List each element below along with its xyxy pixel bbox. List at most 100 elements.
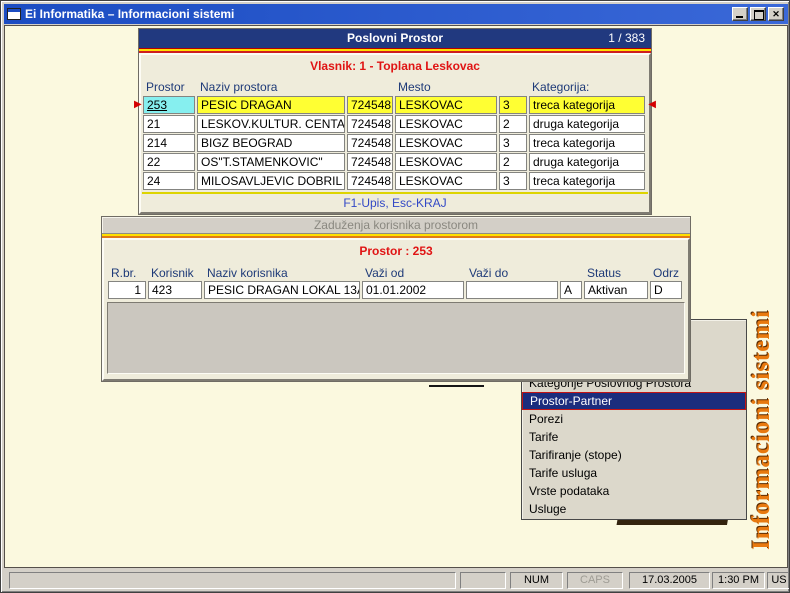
assignments-table-body: 1423PESIC DRAGAN LOKAL 13A01.01.2002 AAkt… [108,281,684,299]
status-language: US [767,572,790,589]
app-icon [7,8,21,20]
assignments-table-header: R.br.KorisnikNaziv korisnikaVaži odVaži … [108,264,684,281]
table-cell[interactable]: D [650,281,682,299]
column-header: Korisnik [148,266,202,280]
table-cell[interactable]: 214 [143,134,195,152]
menu-item[interactable]: Tarife [522,428,746,446]
minimize-button[interactable] [732,7,748,21]
column-header: Važi od [362,266,464,280]
table-cell[interactable]: 3 [499,134,527,152]
table-row[interactable]: 1423PESIC DRAGAN LOKAL 13A01.01.2002 AAkt… [108,281,684,299]
separator-line [142,192,648,194]
table-cell[interactable]: LESKOV.KULTUR. CENTA [197,115,345,133]
table-row[interactable]: 253PESIC DRAGAN724548LESKOVAC3treca kate… [143,96,647,114]
table-cell[interactable] [466,281,558,299]
table-cell[interactable]: treca kategorija [529,134,645,152]
hotkey-footer: F1-Upis, Esc-KRAJ [141,196,649,210]
status-date: 17.03.2005 [629,572,710,589]
menu-item[interactable]: Tarife usluga [522,464,746,482]
column-header: Naziv prostora [197,80,345,94]
menu-item[interactable]: Prostor-Partner [522,392,746,410]
prostor-table-body: 253PESIC DRAGAN724548LESKOVAC3treca kate… [143,96,647,190]
table-cell[interactable]: 22 [143,153,195,171]
dialog-title-bar[interactable]: Zaduženja korisnika prostorom [102,217,690,234]
column-header: Naziv korisnika [204,266,360,280]
background-window-edge [429,385,484,387]
menu-item[interactable]: Tarifiranje (stope) [522,446,746,464]
table-cell[interactable]: 423 [148,281,202,299]
table-cell[interactable]: 724548 [347,134,393,152]
table-cell[interactable]: 724548 [347,172,393,190]
table-cell[interactable]: treca kategorija [529,96,645,114]
dialog-title-bar[interactable]: Poslovni Prostor 1 / 383 [139,29,651,48]
table-cell[interactable]: LESKOVAC [395,153,497,171]
dialog-title: Poslovni Prostor [139,29,651,48]
table-cell[interactable]: 724548 [347,153,393,171]
status-panel-spare [460,572,506,589]
status-time: 1:30 PM [712,572,765,589]
table-cell[interactable]: LESKOVAC [395,96,497,114]
table-cell[interactable]: LESKOVAC [395,134,497,152]
window-title-bar[interactable]: Ei Informatika – Informacioni sistemi ✕ [4,4,788,24]
content-panel [107,302,685,374]
table-cell[interactable]: 253 [143,96,195,114]
column-header: Status [584,266,648,280]
column-header: Odrz [650,266,682,280]
owner-label: Vlasnik: 1 - Toplana Leskovac [141,59,649,73]
dialog-zaduzenja-korisnika: Zaduženja korisnika prostorom Prostor : … [101,216,691,382]
selection-marker-left: ▶ [134,99,142,111]
table-cell[interactable]: PESIC DRAGAN LOKAL 13A [204,281,360,299]
table-cell[interactable]: BIGZ BEOGRAD [197,134,345,152]
window-title: Ei Informatika – Informacioni sistemi [25,4,234,24]
table-cell[interactable]: 1 [108,281,146,299]
maximize-button[interactable] [750,7,766,21]
prostor-table-header: ProstorNaziv prostora Mesto Kategorija: [143,78,647,96]
table-cell[interactable]: druga kategorija [529,153,645,171]
table-cell[interactable]: druga kategorija [529,115,645,133]
table-row[interactable]: 21LESKOV.KULTUR. CENTA724548LESKOVAC2dru… [143,115,647,133]
table-cell[interactable]: A [560,281,582,299]
table-row[interactable]: 214BIGZ BEOGRAD724548LESKOVAC3treca kate… [143,134,647,152]
table-cell[interactable]: 724548 [347,115,393,133]
table-cell[interactable]: 2 [499,153,527,171]
status-panel-message [9,572,456,589]
column-header: Kategorija: [529,80,645,94]
table-cell[interactable]: LESKOVAC [395,115,497,133]
menu-item[interactable]: Vrste podataka [522,482,746,500]
table-cell[interactable]: 724548 [347,96,393,114]
prostor-number-label: Prostor : 253 [104,244,688,258]
column-header: R.br. [108,266,146,280]
table-row[interactable]: 22OS"T.STAMENKOVIC"724548LESKOVAC2druga … [143,153,647,171]
prostor-table: ProstorNaziv prostora Mesto Kategorija: 25… [143,78,647,190]
table-row[interactable]: 24MILOSAVLJEVIC DOBRIL724548LESKOVAC3tre… [143,172,647,190]
status-bar: NUM CAPS 17.03.2005 1:30 PM US [4,570,788,591]
column-header: Važi do [466,266,558,280]
table-cell[interactable]: PESIC DRAGAN [197,96,345,114]
selection-marker-right: ◀ [648,99,656,111]
close-button[interactable]: ✕ [768,7,784,21]
column-header: Mesto [395,80,497,94]
menu-item[interactable]: Usluge [522,500,746,518]
table-cell[interactable]: 3 [499,172,527,190]
dialog-body: Prostor : 253 R.br.KorisnikNaziv korisni… [102,238,690,381]
table-cell[interactable]: 24 [143,172,195,190]
dialog-body: Vlasnik: 1 - Toplana Leskovac ProstorNaz… [139,53,651,214]
table-cell[interactable]: LESKOVAC [395,172,497,190]
menu-item[interactable]: Porezi [522,410,746,428]
table-cell[interactable]: 3 [499,96,527,114]
record-counter: 1 / 383 [608,29,645,48]
dialog-poslovni-prostor: Poslovni Prostor 1 / 383 Vlasnik: 1 - To… [138,28,652,215]
table-cell[interactable]: 21 [143,115,195,133]
table-cell[interactable]: 01.01.2002 [362,281,464,299]
table-cell[interactable]: MILOSAVLJEVIC DOBRIL [197,172,345,190]
status-num-indicator: NUM [510,572,563,589]
assignments-table: R.br.KorisnikNaziv korisnikaVaži odVaži … [108,264,684,299]
table-cell[interactable]: 2 [499,115,527,133]
table-cell[interactable]: Aktivan [584,281,648,299]
context-menu-items: Kategorije Poslovnog ProstoraProstor-Par… [522,374,746,518]
table-cell[interactable]: treca kategorija [529,172,645,190]
status-caps-indicator: CAPS [567,572,623,589]
column-header: Prostor [143,80,195,94]
table-cell[interactable]: OS"T.STAMENKOVIC" [197,153,345,171]
app-window: Ei Informatika – Informacioni sistemi ✕ … [0,0,790,593]
